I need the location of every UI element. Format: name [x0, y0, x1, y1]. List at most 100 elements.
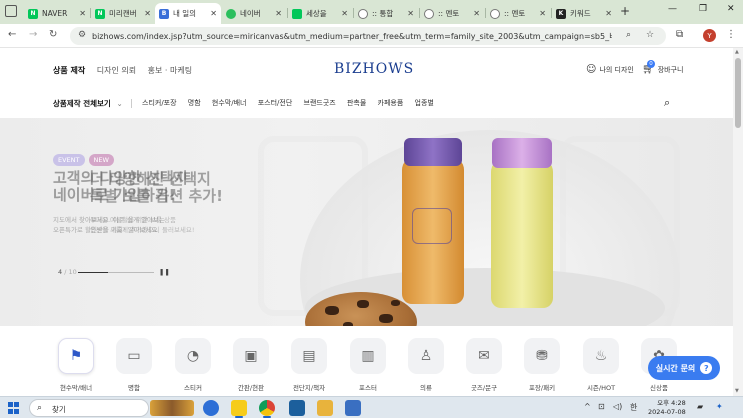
close-window-icon[interactable]: ✕: [727, 4, 735, 14]
browser-tab-active[interactable]: B 내 일의 ✕: [155, 3, 221, 24]
extensions-icon[interactable]: ⧉: [676, 29, 683, 40]
quick-category-label[interactable]: 현수막/배너: [48, 382, 104, 392]
minimize-icon[interactable]: —: [668, 4, 677, 14]
quick-category-card[interactable]: ▭: [116, 338, 152, 374]
taskbar-search[interactable]: ⌕ 찾기: [29, 399, 149, 417]
quick-category-label[interactable]: 스티커: [165, 382, 221, 392]
restore-icon[interactable]: ❐: [699, 4, 707, 14]
browser-tab[interactable]: 네이버 ✕: [222, 3, 286, 24]
network-icon[interactable]: ⊡: [598, 402, 605, 411]
ime-indicator[interactable]: 한: [630, 402, 637, 413]
address-bar[interactable]: ⚙ bizhows.com/index.jsp?utm_source=miric…: [70, 27, 666, 45]
close-tab-icon[interactable]: ✕: [341, 9, 348, 18]
browser-tab[interactable]: N NAVER ✕: [24, 3, 90, 24]
browser-tab-strip: N NAVER ✕ N 미리캔버 ✕ B 내 일의 ✕ 네이버 ✕ 세상을 ✕ …: [0, 0, 743, 24]
taskbar-clock[interactable]: 오후 4:28 2024-07-08: [648, 399, 686, 417]
app-icon[interactable]: [289, 400, 305, 416]
forward-icon[interactable]: →: [29, 29, 37, 40]
top-nav-design-request[interactable]: 디자인 의뢰: [97, 66, 136, 75]
quick-category-label[interactable]: 신상품: [631, 382, 687, 392]
chevron-down-icon: ⌄: [116, 99, 123, 108]
naver-blog-favicon-icon: [292, 8, 302, 19]
tab-search-icon[interactable]: [5, 5, 17, 17]
quick-category-label[interactable]: 전단지/책자: [281, 382, 337, 392]
quick-category-label[interactable]: 굿즈/문구: [456, 382, 512, 392]
profile-avatar[interactable]: Y: [703, 29, 716, 42]
copilot-icon[interactable]: ✦: [716, 402, 723, 411]
close-tab-icon[interactable]: ✕: [605, 9, 612, 18]
bizhows-logo[interactable]: BIZHOWS: [334, 61, 414, 77]
scroll-down-icon[interactable]: ▼: [735, 388, 739, 394]
reload-icon[interactable]: ↻: [49, 29, 57, 40]
scroll-up-icon[interactable]: ▲: [735, 49, 739, 55]
search-highlight-image: [150, 400, 194, 416]
volume-icon[interactable]: ◁): [613, 402, 622, 411]
quick-category-fire[interactable]: ♨: [583, 338, 619, 374]
chrome-icon[interactable]: [259, 400, 275, 416]
close-tab-icon[interactable]: ✕: [473, 9, 480, 18]
notification-icon[interactable]: ▰: [697, 402, 703, 411]
quick-category-clothing[interactable]: ♙: [408, 338, 444, 374]
quick-category-label[interactable]: 명함: [106, 382, 162, 392]
quick-category-label[interactable]: 포스터: [340, 382, 396, 392]
search-icon[interactable]: ⌕: [664, 96, 670, 110]
bookmark-star-icon[interactable]: ☆: [646, 30, 654, 40]
cart-link[interactable]: 🛒︎ 0 장바구니: [642, 60, 683, 75]
url-text[interactable]: bizhows.com/index.jsp?utm_source=mirican…: [92, 31, 612, 42]
calculator-icon[interactable]: [345, 400, 361, 416]
kakaotalk-icon[interactable]: [231, 400, 247, 416]
close-tab-icon[interactable]: ✕: [539, 9, 546, 18]
browser-tab[interactable]: :: 통합 ✕: [354, 3, 418, 24]
back-icon[interactable]: ←: [8, 29, 16, 40]
file-explorer-icon[interactable]: [317, 400, 333, 416]
hero-banner[interactable]: EVENT NEW 고객의 다양한 선택지 네이버로 가입하기! 더 다양해진 …: [0, 118, 733, 326]
windows-taskbar: ⌕ 찾기 ^ ⊡ ◁) 한 오후 4:28 2024-07-08 ▰ ✦: [0, 396, 743, 418]
close-tab-icon[interactable]: ✕: [210, 9, 217, 18]
live-chat-button[interactable]: 실시간 문의 ?: [648, 356, 720, 380]
browser-tab[interactable]: :: 멘토 ✕: [420, 3, 484, 24]
category-link[interactable]: 명함: [188, 99, 201, 107]
quick-category-label[interactable]: 포장/패키: [514, 382, 570, 392]
category-link[interactable]: 포스터/전단: [258, 99, 293, 107]
scrollbar-thumb[interactable]: [735, 58, 741, 128]
quick-category-signboard[interactable]: ▣: [233, 338, 269, 374]
quick-category-label[interactable]: 간판/현판: [223, 382, 279, 392]
tray-chevron-up-icon[interactable]: ^: [584, 402, 591, 411]
zoom-icon[interactable]: ⌕: [626, 30, 631, 40]
close-tab-icon[interactable]: ✕: [144, 9, 151, 18]
edge-icon[interactable]: [203, 400, 219, 416]
quick-category-label[interactable]: 의류: [398, 382, 454, 392]
browser-tab[interactable]: 세상을 ✕: [288, 3, 352, 24]
quick-category-package[interactable]: ⛃: [524, 338, 560, 374]
close-tab-icon[interactable]: ✕: [79, 9, 86, 18]
quick-category-flyer[interactable]: ▤: [291, 338, 327, 374]
site-info-icon[interactable]: ⚙: [78, 30, 86, 40]
menu-icon[interactable]: ⋮: [726, 29, 736, 40]
quick-category-goods[interactable]: ✉: [466, 338, 502, 374]
close-tab-icon[interactable]: ✕: [407, 9, 414, 18]
top-nav-marketing[interactable]: 홍보 · 마케팅: [148, 66, 192, 75]
category-link[interactable]: 판촉물: [347, 99, 366, 107]
browser-tab[interactable]: K 키워드 ✕: [552, 3, 616, 24]
leaf-favicon-icon: [226, 8, 236, 19]
browser-tab[interactable]: :: 멘토 ✕: [486, 3, 550, 24]
browser-tab[interactable]: N 미리캔버 ✕: [91, 3, 155, 24]
top-nav-product[interactable]: 상품 제작: [53, 66, 85, 75]
category-link[interactable]: 현수막/배너: [212, 99, 247, 107]
close-tab-icon[interactable]: ✕: [275, 9, 282, 18]
page-scrollbar[interactable]: ▲ ▼: [733, 48, 743, 396]
category-link[interactable]: 업종별: [415, 99, 434, 107]
quick-category-poster[interactable]: ▥: [350, 338, 386, 374]
category-link[interactable]: 카페용품: [378, 99, 404, 107]
category-link[interactable]: 스티커/포장: [142, 99, 177, 107]
category-link[interactable]: 브랜드굿즈: [304, 99, 336, 107]
new-tab-icon[interactable]: +: [620, 4, 630, 18]
clothing-icon: ♙: [419, 348, 433, 364]
windows-start-icon[interactable]: [8, 402, 20, 414]
quick-category-sticker[interactable]: ◔: [175, 338, 211, 374]
pause-icon[interactable]: ❚❚: [159, 268, 170, 276]
category-all-dropdown[interactable]: 상품제작 전체보기 ⌄: [53, 98, 123, 109]
my-design-link[interactable]: ☺ 나의 디자인: [586, 64, 634, 75]
quick-category-label[interactable]: 시즌/HOT: [573, 382, 629, 392]
quick-category-banner[interactable]: ⚑: [58, 338, 94, 374]
